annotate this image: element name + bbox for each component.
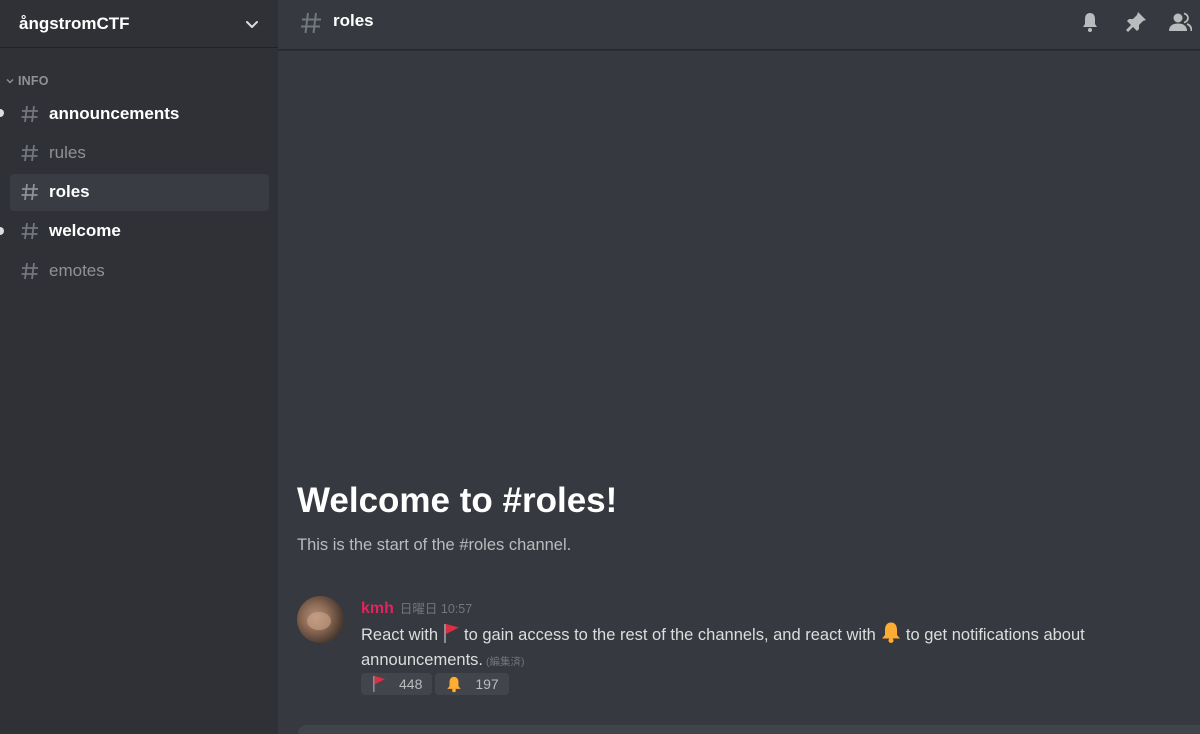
channel-rules[interactable]: rules [10, 134, 269, 171]
channel-sidebar: ångstromCTF INFO announcements rules rol… [0, 0, 278, 734]
channel-label: rules [49, 142, 86, 162]
reaction-count: 197 [475, 676, 499, 692]
message-header: kmh 日曜日 10:57 [361, 598, 472, 618]
channel-label: emotes [49, 260, 105, 280]
edited-label: (編集済) [486, 656, 525, 668]
reaction-bell[interactable]: 197 [435, 673, 509, 695]
welcome-heading: Welcome to #roles! [297, 481, 618, 520]
channel-label: announcements [49, 103, 180, 123]
reaction-count: 448 [399, 676, 423, 692]
bell-icon[interactable] [1078, 10, 1102, 34]
hash-icon [21, 183, 38, 201]
chevron-down-icon [246, 20, 258, 28]
hash-icon [21, 105, 38, 122]
message-timestamp: 日曜日 10:57 [399, 602, 473, 616]
bell-emoji-icon [447, 676, 462, 693]
message-content: React with to gain access to the rest of… [361, 620, 1161, 675]
channel-label: welcome [49, 221, 121, 241]
welcome-subtitle: This is the start of the #roles channel. [297, 536, 572, 554]
author-name[interactable]: kmh [361, 600, 394, 617]
red-flag-icon [444, 624, 460, 643]
channel-list: announcements rules roles welcome emotes [0, 95, 269, 291]
channel-label: roles [49, 182, 90, 202]
channel-roles[interactable]: roles [10, 173, 269, 211]
hash-icon [301, 12, 321, 34]
red-flag-icon [373, 676, 385, 692]
channel-emotes[interactable]: emotes [10, 252, 269, 289]
members-icon[interactable] [1168, 10, 1192, 34]
category-info[interactable]: INFO [6, 73, 49, 89]
unread-indicator [0, 109, 4, 117]
unread-indicator [0, 226, 4, 235]
bell-emoji-icon [881, 622, 900, 643]
message-composer[interactable] [298, 725, 1200, 734]
channel-title: roles [333, 11, 374, 30]
discord-window: ångstromCTF INFO announcements rules rol… [0, 0, 1200, 734]
avatar[interactable] [297, 596, 344, 643]
category-chevron-icon [6, 79, 14, 84]
pin-icon[interactable] [1124, 10, 1148, 34]
reaction-flag[interactable]: 448 [361, 673, 433, 695]
message-text: to gain access to the rest of the channe… [464, 626, 876, 644]
hash-icon [21, 223, 38, 240]
message-text: React with [361, 626, 439, 644]
channel-topbar: roles [278, 0, 1200, 50]
channel-welcome[interactable]: welcome [0, 213, 269, 250]
server-header[interactable]: ångstromCTF [0, 0, 278, 48]
category-label: INFO [18, 74, 49, 88]
reaction-bar: 448 197 [361, 673, 509, 695]
server-name: ångstromCTF [19, 13, 130, 33]
hash-icon [21, 144, 38, 161]
channel-announcements[interactable]: announcements [0, 95, 269, 132]
hash-icon [21, 262, 38, 279]
